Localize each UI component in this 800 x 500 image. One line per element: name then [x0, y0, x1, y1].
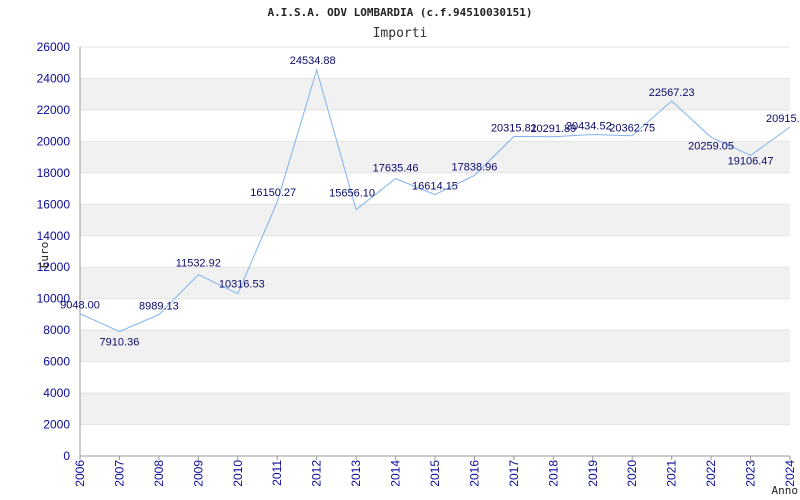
x-axis-label: Anno: [772, 484, 799, 497]
y-tick-label: 8000: [43, 323, 70, 337]
grid-band: [80, 109, 790, 142]
x-tick-label: 2022: [704, 460, 718, 487]
grid-band: [80, 47, 790, 79]
data-label: 11532.92: [176, 258, 221, 270]
y-axis-label: Euro: [38, 242, 51, 269]
x-tick-label: 2020: [625, 460, 639, 487]
data-label: 17635.46: [373, 163, 419, 175]
grid-band: [80, 267, 790, 299]
grid-band: [80, 204, 790, 236]
grid-band: [80, 393, 790, 425]
data-label: 20434.52: [566, 121, 612, 133]
data-label: 7910.36: [100, 337, 140, 349]
x-tick-label: 2023: [744, 460, 758, 487]
y-tick-label: 16000: [37, 197, 71, 211]
plot-background-bands: [80, 47, 790, 456]
x-tick-label: 2021: [665, 460, 679, 487]
y-tick-label: 2000: [43, 418, 70, 432]
grid-band: [80, 298, 790, 331]
chart-subtitle: Importi: [373, 26, 428, 41]
y-tick-label: 24000: [37, 71, 71, 85]
x-tick-label: 2015: [428, 460, 442, 487]
x-tick-label: 2014: [389, 460, 403, 487]
data-label: 15656.10: [329, 188, 375, 200]
grid-band: [80, 424, 790, 456]
data-label: 24534.88: [290, 55, 336, 67]
y-tick-label: 14000: [37, 229, 71, 243]
grid-band: [80, 330, 790, 362]
x-tick-label: 2017: [507, 460, 521, 487]
data-label: 22567.23: [649, 87, 695, 99]
x-tick-label: 2011: [270, 460, 284, 486]
x-axis-ticks: 2006 2007 2008 2009 2010 2011 2012 2013 2014 2015…: [73, 456, 797, 487]
x-tick-label: 2012: [310, 460, 324, 487]
y-tick-label: 4000: [43, 386, 70, 400]
data-label: 8989.13: [139, 301, 179, 313]
data-label: 20915.57: [766, 113, 800, 125]
x-tick-label: 2007: [112, 460, 126, 487]
grid-band: [80, 141, 790, 173]
x-tick-label: 2008: [152, 460, 166, 487]
data-label: 17838.96: [451, 161, 497, 173]
y-tick-label: 6000: [43, 355, 70, 369]
data-label: 16150.27: [250, 187, 296, 199]
data-label: 20362.75: [609, 123, 655, 135]
y-tick-label: 0: [63, 449, 70, 463]
x-tick-label: 2013: [349, 460, 363, 487]
grid-band: [80, 361, 790, 394]
line-chart: 0200040006000800010000120001400016000180…: [37, 6, 800, 497]
x-tick-label: 2010: [231, 460, 245, 487]
data-label: 10316.53: [219, 279, 265, 291]
x-tick-label: 2016: [467, 460, 481, 487]
x-tick-label: 2009: [191, 460, 205, 487]
x-tick-label: 2018: [546, 460, 560, 487]
data-label: 9048.00: [60, 300, 100, 312]
x-tick-label: 2019: [586, 460, 600, 487]
chart-title: A.I.S.A. ODV LOMBARDIA (c.f.94510030151): [268, 6, 533, 19]
y-tick-label: 22000: [37, 103, 71, 117]
data-label: 16614.15: [412, 181, 458, 193]
y-tick-label: 20000: [37, 134, 71, 148]
y-tick-label: 26000: [37, 40, 71, 54]
y-tick-label: 18000: [37, 166, 71, 180]
x-tick-label: 2006: [73, 460, 87, 487]
data-label: 20259.05: [688, 140, 734, 152]
x-tick-label: 2024: [783, 460, 797, 487]
data-label: 19106.47: [728, 155, 774, 167]
